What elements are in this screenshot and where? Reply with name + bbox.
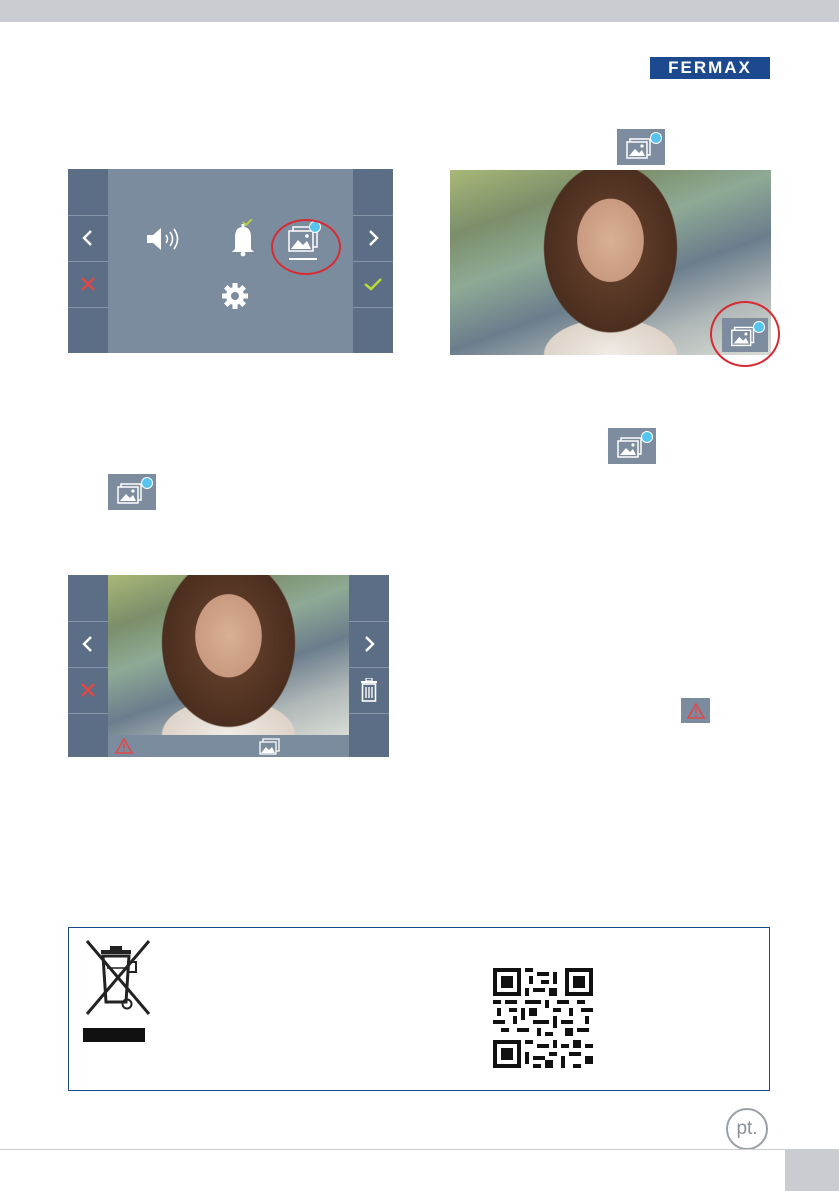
menu-screen xyxy=(68,169,393,353)
warning-icon-inline xyxy=(681,698,710,723)
right-side-panel xyxy=(353,169,393,353)
trash-icon[interactable] xyxy=(349,667,389,713)
highlight-circle xyxy=(271,219,341,275)
gallery-icon-top xyxy=(617,129,665,165)
viewer-photo xyxy=(108,575,349,735)
brand-logo: FERMAX xyxy=(650,57,770,79)
bottom-rule xyxy=(0,1149,839,1150)
viewer-right-panel xyxy=(349,575,389,757)
chevron-right-icon[interactable] xyxy=(349,621,389,667)
language-badge: pt. xyxy=(726,1108,768,1150)
close-icon[interactable] xyxy=(68,667,108,713)
gallery-icon-inline-left xyxy=(108,474,156,510)
settings-icon[interactable] xyxy=(220,281,250,316)
viewer-screen xyxy=(68,575,389,757)
page-corner-tab xyxy=(785,1149,839,1191)
volume-icon[interactable] xyxy=(144,225,184,258)
gallery-icon-status xyxy=(258,737,282,760)
footer-box xyxy=(68,927,770,1091)
qr-code xyxy=(493,968,593,1068)
highlight-circle-photo xyxy=(710,301,780,367)
viewer-left-panel xyxy=(68,575,108,757)
warning-icon xyxy=(114,737,134,759)
bell-icon[interactable] xyxy=(220,218,260,262)
left-side-panel xyxy=(68,169,108,353)
chevron-left-icon[interactable] xyxy=(68,215,108,261)
weee-bin-icon xyxy=(77,936,157,1051)
chevron-right-icon[interactable] xyxy=(353,215,393,261)
close-icon[interactable] xyxy=(68,261,108,307)
top-bar xyxy=(0,0,839,22)
chevron-left-icon[interactable] xyxy=(68,621,108,667)
viewer-status-bar xyxy=(108,735,349,757)
gallery-icon-inline-right xyxy=(608,428,656,464)
check-icon[interactable] xyxy=(353,261,393,307)
